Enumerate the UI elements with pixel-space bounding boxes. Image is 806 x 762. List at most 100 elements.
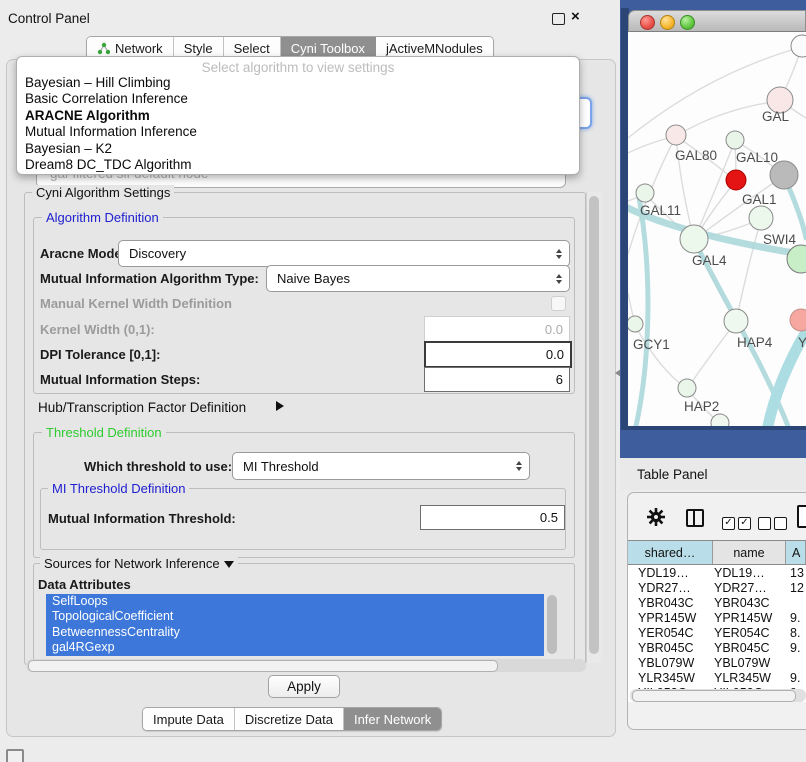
cell: YDR27… bbox=[638, 581, 691, 595]
table-row[interactable]: YBR043CYBR043C bbox=[628, 596, 806, 611]
cell: YBR045C bbox=[638, 641, 694, 655]
cyni-algorithm-settings-title: Cyni Algorithm Settings bbox=[32, 185, 174, 200]
cell: YDL19… bbox=[714, 566, 765, 580]
network-graph[interactable]: GAL GAL80 GAL10 GAL11 GAL1 SWI4 GAL4 GCY… bbox=[628, 32, 806, 426]
minimized-panel-icon[interactable] bbox=[6, 749, 24, 762]
node-label: GAL10 bbox=[736, 150, 778, 165]
mi-threshold-field[interactable]: 0.5 bbox=[420, 505, 565, 530]
network-node-partial-top[interactable] bbox=[791, 35, 806, 57]
expand-arrow-icon[interactable] bbox=[276, 401, 284, 411]
tab-discretize-data[interactable]: Discretize Data bbox=[235, 708, 344, 730]
aracne-mode-value: Discovery bbox=[119, 246, 556, 261]
aracne-mode-combobox[interactable]: Discovery bbox=[118, 240, 570, 267]
network-view-canvas[interactable]: GAL GAL80 GAL10 GAL11 GAL1 SWI4 GAL4 GCY… bbox=[628, 32, 806, 426]
column-header-name[interactable]: name bbox=[713, 541, 786, 564]
hide-columns-icon[interactable]: ✓✓ bbox=[758, 512, 790, 530]
node-label: SWI4 bbox=[763, 232, 796, 247]
table-row[interactable]: YDR27…YDR27…12 bbox=[628, 581, 806, 596]
close-panel-icon[interactable]: × bbox=[571, 11, 580, 23]
which-threshold-combobox[interactable]: MI Threshold bbox=[232, 452, 530, 480]
network-nodes[interactable] bbox=[628, 35, 806, 426]
network-node-gal10[interactable] bbox=[726, 131, 744, 149]
columns-icon[interactable] bbox=[686, 509, 704, 527]
network-node-red[interactable] bbox=[726, 170, 746, 190]
network-icon bbox=[97, 42, 110, 55]
settings-hscrollbar-thumb[interactable] bbox=[28, 660, 498, 672]
list-item-topologicalcoefficient[interactable]: TopologicalCoefficient bbox=[46, 609, 544, 624]
unchecked-box-icon: ✓ bbox=[758, 517, 771, 530]
spinner-arrows-icon bbox=[556, 249, 562, 259]
dropdown-prompt: Select algorithm to view settings bbox=[17, 60, 579, 75]
dpi-tolerance-value: 0.0 bbox=[546, 347, 570, 362]
network-labels: GAL GAL80 GAL10 GAL11 GAL1 SWI4 GAL4 GCY… bbox=[633, 109, 806, 414]
node-label: GAL80 bbox=[675, 148, 717, 163]
tab-cyni-toolbox-label: Cyni Toolbox bbox=[291, 41, 365, 56]
network-node-gal11[interactable] bbox=[636, 184, 654, 202]
control-panel-title: Control Panel bbox=[8, 11, 90, 26]
spinner-arrows-icon bbox=[556, 274, 562, 284]
tab-infer-network[interactable]: Infer Network bbox=[344, 708, 441, 730]
dpi-tolerance-field[interactable]: 0.0 bbox=[424, 341, 572, 368]
mi-type-combobox[interactable]: Naive Bayes bbox=[266, 265, 570, 292]
network-node-partial-bottom[interactable] bbox=[711, 414, 729, 426]
mi-steps-value: 6 bbox=[556, 372, 569, 387]
table-row[interactable]: YER054CYER054C8. bbox=[628, 626, 806, 641]
network-node-gal80[interactable] bbox=[666, 125, 686, 145]
algorithm-dropdown-list: Select algorithm to view settings Bayesi… bbox=[16, 56, 580, 175]
dropdown-item-dream8[interactable]: Dream8 DC_TDC Algorithm bbox=[19, 157, 575, 173]
data-attributes-label: Data Attributes bbox=[38, 577, 131, 592]
network-node-gcy1[interactable] bbox=[628, 316, 643, 332]
node-label: HAP4 bbox=[737, 335, 773, 350]
kernel-width-field[interactable]: 0.0 bbox=[424, 316, 570, 342]
cell: YBL079W bbox=[714, 656, 770, 670]
tab-select-label: Select bbox=[234, 41, 270, 56]
network-window-titlebar[interactable] bbox=[628, 10, 806, 32]
app-screen: Control Panel × Network Style Select Cyn… bbox=[0, 0, 806, 762]
settings-scrollbar-thumb[interactable] bbox=[589, 196, 599, 654]
table-header-row: shared… name A bbox=[628, 540, 806, 565]
network-node-gal4[interactable] bbox=[680, 225, 708, 253]
table-hscrollbar-thumb[interactable] bbox=[632, 690, 796, 702]
apply-button[interactable]: Apply bbox=[268, 675, 340, 698]
dropdown-item-basic-correlation[interactable]: Basic Correlation Inference bbox=[19, 91, 575, 107]
checked-box-icon: ✓ bbox=[738, 517, 751, 530]
frame-shadow-bottom bbox=[621, 426, 806, 430]
unchecked-box-icon: ✓ bbox=[774, 517, 787, 530]
collapse-arrow-icon[interactable] bbox=[224, 561, 234, 568]
attributes-scrollbar-thumb[interactable] bbox=[547, 595, 557, 654]
bottom-tabbar: Impute Data Discretize Data Infer Networ… bbox=[142, 707, 442, 731]
table-row[interactable]: YBR045CYBR045C9. bbox=[628, 641, 806, 656]
network-node-hap2[interactable] bbox=[678, 379, 696, 397]
dropdown-item-mutual-information[interactable]: Mutual Information Inference bbox=[19, 124, 575, 140]
mi-steps-field[interactable]: 6 bbox=[424, 367, 570, 392]
cell: 9. bbox=[790, 671, 800, 685]
show-columns-icon[interactable]: ✓✓ bbox=[722, 512, 754, 530]
table-row[interactable]: YBL079WYBL079W bbox=[628, 656, 806, 671]
list-item-selfloops[interactable]: SelfLoops bbox=[46, 594, 544, 609]
manual-kernel-checkbox[interactable] bbox=[551, 296, 566, 311]
mi-threshold-group-title: MI Threshold Definition bbox=[48, 481, 189, 496]
network-node-hap4[interactable] bbox=[724, 309, 748, 333]
minimize-window-icon[interactable] bbox=[660, 15, 675, 30]
dropdown-item-bayesian-hill-climbing[interactable]: Bayesian – Hill Climbing bbox=[19, 75, 575, 91]
list-item-gal4rgexp[interactable]: gal4RGexp bbox=[46, 640, 544, 655]
dropdown-item-aracne[interactable]: ARACNE Algorithm bbox=[19, 108, 575, 124]
float-panel-icon[interactable] bbox=[552, 13, 565, 25]
cell: 9. bbox=[790, 611, 800, 625]
list-item-betweennesscentrality[interactable]: BetweennessCentrality bbox=[46, 625, 544, 640]
network-node-salmon[interactable] bbox=[790, 309, 806, 331]
table-row[interactable]: YLR345WYLR345W9. bbox=[628, 671, 806, 686]
zoom-window-icon[interactable] bbox=[680, 15, 695, 30]
table-row[interactable]: YDL19…YDL19…13 bbox=[628, 566, 806, 581]
column-header-a[interactable]: A bbox=[786, 541, 806, 564]
close-window-icon[interactable] bbox=[640, 15, 655, 30]
dropdown-item-bayesian-k2[interactable]: Bayesian – K2 bbox=[19, 141, 575, 157]
node-label: GCY1 bbox=[633, 337, 670, 352]
tab-impute-data[interactable]: Impute Data bbox=[143, 708, 235, 730]
network-node-gal1[interactable] bbox=[749, 206, 773, 230]
table-row[interactable]: YPR145WYPR145W9. bbox=[628, 611, 806, 626]
document-icon[interactable] bbox=[797, 505, 806, 528]
column-header-shared-name[interactable]: shared… bbox=[628, 541, 713, 564]
network-node-gray[interactable] bbox=[770, 161, 798, 189]
gear-icon[interactable] bbox=[646, 507, 666, 527]
